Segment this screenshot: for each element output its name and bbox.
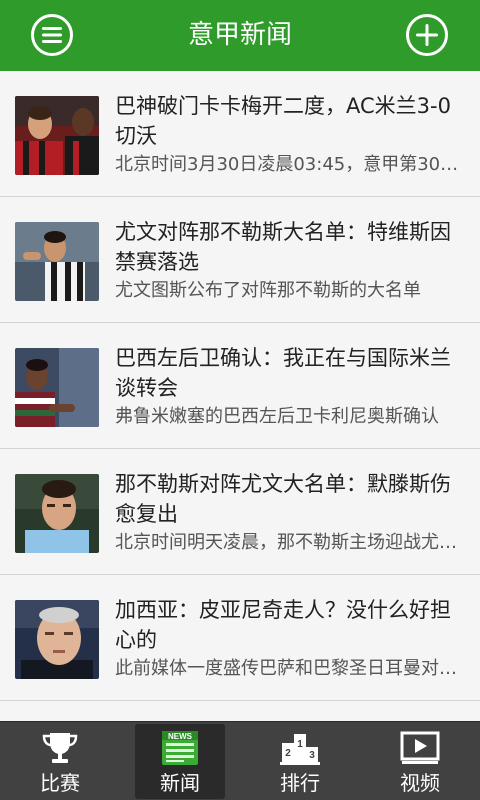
news-icon-text: NEWS <box>168 732 193 741</box>
trophy-icon <box>42 733 78 763</box>
bottom-tab-bar: 比赛 NEWS 新闻 2 1 3 排行 视频 <box>0 721 480 800</box>
plus-circle-icon[interactable] <box>405 13 449 57</box>
news-thumbnail <box>15 600 99 679</box>
news-headline: 巴西左后卫确认：我正在与国际米兰谈转会 <box>115 346 451 400</box>
news-summary: 北京时间3月30日凌晨03:45，意甲第30轮一场比赛 <box>115 154 465 175</box>
news-summary: 弗鲁米嫩塞的巴西左后卫卡利尼奥斯确认 <box>115 406 439 427</box>
news-headline: 尤文对阵那不勒斯大名单：特维斯因禁赛落选 <box>115 220 451 274</box>
news-item[interactable]: 巴神破门卡卡梅开二度，AC米兰3-0切沃 北京时间3月30日凌晨03:45，意甲… <box>0 71 480 197</box>
news-thumbnail <box>15 348 99 427</box>
tab-news[interactable]: NEWS 新闻 <box>120 722 240 800</box>
podium-first: 1 <box>297 739 303 750</box>
news-item[interactable]: 加西亚：皮亚尼奇走人？没什么好担心的 此前媒体一度盛传巴萨和巴黎圣日耳曼对皮亚尼… <box>0 575 480 701</box>
news-headline: 巴神破门卡卡梅开二度，AC米兰3-0切沃 <box>115 94 451 148</box>
tab-label: 视频 <box>400 771 440 795</box>
tab-matches[interactable]: 比赛 <box>0 722 120 800</box>
tab-label: 排行 <box>280 771 320 795</box>
news-item-partial[interactable] <box>0 701 480 721</box>
tab-label: 比赛 <box>40 771 80 795</box>
news-thumbnail <box>15 474 99 553</box>
news-item[interactable]: 那不勒斯对阵尤文大名单：默滕斯伤愈复出 北京时间明天凌晨，那不勒斯主场迎战尤文图… <box>0 449 480 575</box>
news-item[interactable]: 巴西左后卫确认：我正在与国际米兰谈转会 弗鲁米嫩塞的巴西左后卫卡利尼奥斯确认 <box>0 323 480 449</box>
tab-videos[interactable]: 视频 <box>360 722 480 800</box>
hamburger-menu-icon[interactable] <box>30 13 74 57</box>
tab-rankings[interactable]: 2 1 3 排行 <box>240 722 360 800</box>
podium-second: 2 <box>285 748 291 759</box>
tab-label: 新闻 <box>160 771 200 795</box>
news-headline: 加西亚：皮亚尼奇走人？没什么好担心的 <box>115 598 451 652</box>
news-item[interactable]: 尤文对阵那不勒斯大名单：特维斯因禁赛落选 尤文图斯公布了对阵那不勒斯的大名单 <box>0 197 480 323</box>
news-icon: NEWS <box>162 731 198 765</box>
news-summary: 北京时间明天凌晨，那不勒斯主场迎战尤文图斯 <box>115 532 465 553</box>
news-summary: 此前媒体一度盛传巴萨和巴黎圣日耳曼对皮亚尼奇感兴趣 <box>115 658 465 679</box>
news-thumbnail <box>15 96 99 175</box>
app-header: 意甲新闻 <box>0 0 480 71</box>
news-summary: 尤文图斯公布了对阵那不勒斯的大名单 <box>115 280 421 301</box>
video-play-icon <box>400 731 440 764</box>
podium-icon: 2 1 3 <box>280 734 320 765</box>
news-list[interactable]: 巴神破门卡卡梅开二度，AC米兰3-0切沃 北京时间3月30日凌晨03:45，意甲… <box>0 71 480 721</box>
news-thumbnail <box>15 222 99 301</box>
podium-third: 3 <box>309 750 315 761</box>
news-headline: 那不勒斯对阵尤文大名单：默滕斯伤愈复出 <box>115 472 451 526</box>
